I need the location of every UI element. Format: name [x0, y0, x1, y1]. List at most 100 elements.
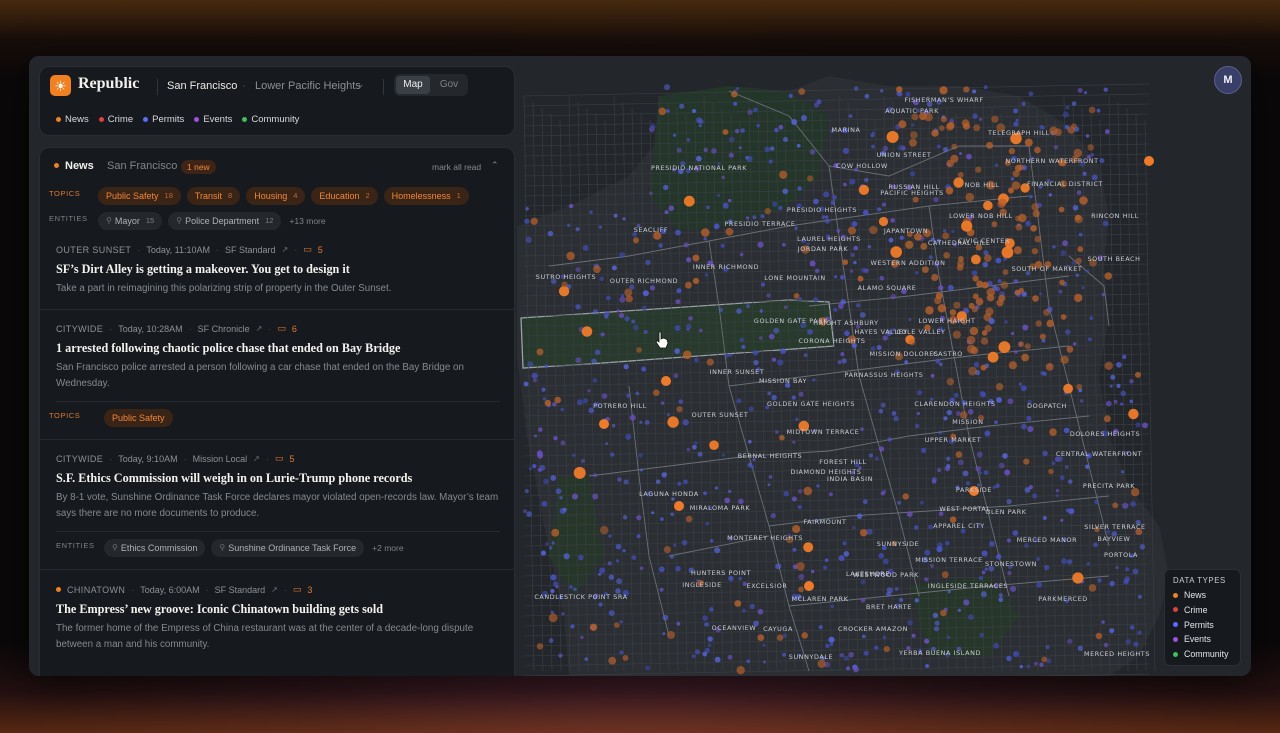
news-dot[interactable] — [1074, 214, 1081, 221]
news-dot[interactable] — [946, 378, 955, 386]
news-dot[interactable] — [1008, 147, 1016, 155]
entities-more-button[interactable]: +2 more — [370, 539, 403, 557]
news-dot[interactable] — [998, 341, 1011, 353]
news-dot[interactable] — [980, 364, 987, 371]
news-dot[interactable] — [536, 348, 544, 356]
news-dot[interactable] — [667, 416, 679, 428]
news-dot[interactable] — [987, 351, 999, 363]
news-dot[interactable] — [676, 406, 683, 413]
news-dot[interactable] — [1031, 203, 1039, 211]
neighborhood-label[interactable]: CENTRAL WATERFRONT — [1056, 450, 1142, 458]
legend-item-crime[interactable]: Crime — [1173, 605, 1228, 615]
comment-count[interactable]: 3 — [307, 585, 312, 595]
news-dot[interactable] — [847, 226, 857, 235]
neighborhood-label[interactable]: BRET HARTE — [866, 603, 912, 611]
republic-logo-icon[interactable]: ☀ — [50, 75, 71, 96]
news-dot[interactable] — [952, 330, 961, 339]
news-dot[interactable] — [953, 301, 961, 309]
news-dot[interactable] — [1060, 314, 1067, 320]
neighborhood-label[interactable]: MIDTOWN TERRACE — [787, 428, 860, 436]
news-dot[interactable] — [1075, 257, 1082, 265]
news-dot[interactable] — [920, 242, 928, 250]
neighborhood-label[interactable]: OUTER SUNSET — [692, 411, 749, 419]
news-dot[interactable] — [1024, 138, 1033, 147]
neighborhood-label[interactable]: UNION STREET — [877, 151, 932, 159]
news-dot[interactable] — [1032, 295, 1039, 302]
neighborhood-label[interactable]: PARKSIDE — [956, 486, 992, 494]
chevron-up-icon[interactable]: ⌃ — [491, 160, 499, 171]
news-dot[interactable] — [1135, 371, 1141, 378]
article-source[interactable]: Mission Local — [193, 454, 248, 464]
news-dot[interactable] — [998, 294, 1006, 302]
news-dot[interactable] — [1015, 223, 1023, 231]
neighborhood-label[interactable]: DOGPATCH — [1027, 402, 1067, 410]
neighborhood-label[interactable]: MONTEREY HEIGHTS — [727, 534, 803, 542]
topic-chip[interactable]: Education 2 — [311, 187, 378, 205]
news-dot[interactable] — [798, 88, 806, 95]
neighborhood-label[interactable]: WESTERN ADDITION — [871, 259, 946, 267]
news-dot[interactable] — [1103, 415, 1111, 423]
news-dot[interactable] — [1072, 572, 1084, 584]
news-dot[interactable] — [995, 383, 1004, 391]
news-dot[interactable] — [972, 293, 979, 300]
neighborhood-label[interactable]: FAIRMOUNT — [803, 518, 846, 526]
news-dot[interactable] — [1035, 320, 1042, 327]
topic-chip[interactable]: Public Safety 18 — [98, 187, 181, 205]
entity-chip[interactable]: ⚲ Sunshine Ordinance Task Force — [211, 539, 365, 557]
news-dot[interactable] — [1128, 408, 1139, 420]
neighborhood-label[interactable]: LONE MOUNTAIN — [764, 274, 825, 282]
comment-icon[interactable]: ▭ — [277, 323, 286, 334]
neighborhood-label[interactable]: SILVER TERRACE — [1084, 523, 1145, 531]
neighborhood-label[interactable]: CIVIC CENTER — [958, 237, 1010, 245]
topic-chip[interactable]: Transit 8 — [186, 187, 241, 205]
news-dot[interactable] — [1001, 246, 1014, 259]
news-dot[interactable] — [624, 288, 633, 297]
news-dot[interactable] — [692, 277, 700, 284]
news-dot[interactable] — [614, 622, 620, 628]
neighborhood-label[interactable]: PRESIDIO TERRACE — [724, 220, 795, 228]
news-dot[interactable] — [1066, 345, 1074, 353]
news-dot[interactable] — [860, 529, 868, 537]
news-dot[interactable] — [663, 546, 672, 554]
news-dot[interactable] — [757, 634, 765, 641]
news-dot[interactable] — [956, 264, 964, 271]
news-dot[interactable] — [1144, 156, 1154, 166]
news-dot[interactable] — [973, 124, 981, 132]
news-dot[interactable] — [878, 216, 889, 227]
news-dot[interactable] — [935, 292, 943, 300]
news-dot[interactable] — [803, 486, 813, 496]
user-avatar[interactable]: M — [1214, 66, 1242, 94]
filter-community[interactable]: Community — [242, 114, 299, 125]
news-dot[interactable] — [965, 192, 975, 202]
news-dot[interactable] — [961, 220, 973, 232]
neighborhood-label[interactable]: FINANCIAL DISTRICT — [1027, 180, 1103, 188]
entities-more-button[interactable]: +13 more — [287, 212, 325, 230]
tab-map[interactable]: Map — [396, 76, 430, 94]
chevron-down-icon[interactable]: ⌄ — [357, 79, 365, 90]
news-dot[interactable] — [1048, 468, 1054, 475]
news-dot[interactable] — [842, 259, 849, 265]
filter-news[interactable]: News — [56, 114, 89, 125]
news-dot[interactable] — [625, 295, 633, 303]
news-dot[interactable] — [1076, 383, 1083, 390]
neighborhood-label[interactable]: PRESIDIO NATIONAL PARK — [651, 164, 747, 172]
neighborhood-label[interactable]: CORONA HEIGHTS — [799, 337, 866, 345]
neighborhood-label[interactable]: INDIA BASIN — [827, 475, 873, 483]
news-dot[interactable] — [991, 115, 999, 123]
news-dot[interactable] — [1088, 106, 1096, 114]
news-dot[interactable] — [912, 196, 919, 203]
news-dot[interactable] — [969, 326, 979, 336]
neighborhood-label[interactable]: HUNTERS POINT — [691, 569, 751, 577]
article-headline[interactable]: SF’s Dirt Alley is getting a makeover. Y… — [56, 262, 350, 277]
news-dot[interactable] — [955, 451, 963, 458]
news-dot[interactable] — [1039, 333, 1046, 340]
news-dot[interactable] — [909, 138, 917, 147]
neighborhood-label[interactable]: NORTHERN WATERFRONT — [1005, 157, 1098, 165]
article-source[interactable]: SF Standard — [215, 585, 266, 595]
neighborhood-label[interactable]: INNER RICHMOND — [693, 263, 759, 271]
news-dot[interactable] — [692, 254, 700, 262]
news-dot[interactable] — [554, 396, 561, 404]
legend-item-events[interactable]: Events — [1173, 634, 1228, 644]
neighborhood-label[interactable]: DOLORES HEIGHTS — [1070, 430, 1140, 438]
article-headline[interactable]: 1 arrested following chaotic police chas… — [56, 341, 400, 356]
